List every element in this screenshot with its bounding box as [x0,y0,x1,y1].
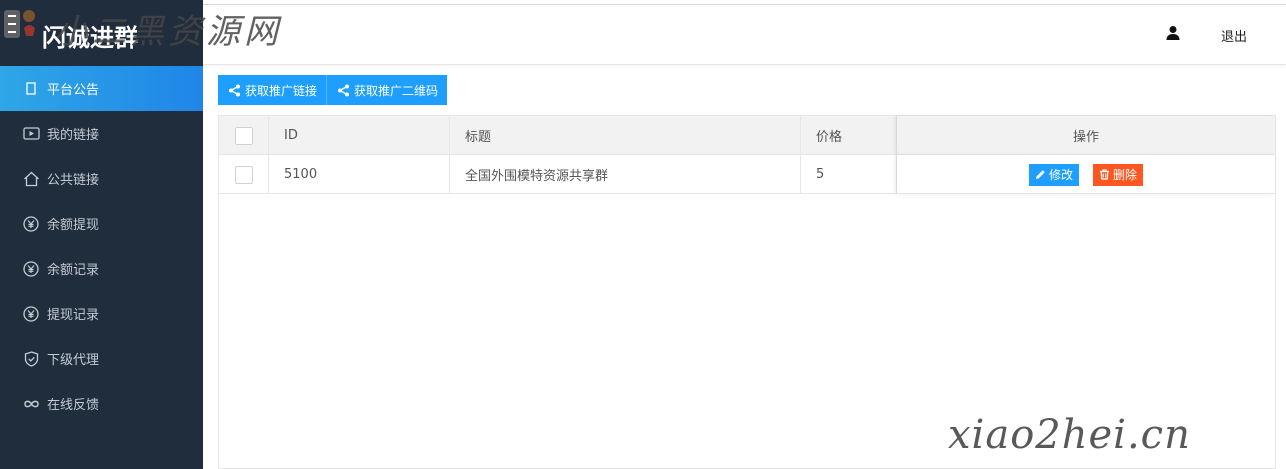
sidebar-menu: 平台公告 我的链接 公共链接 余额提现 余额记录 提现记录 下级代理 在线反馈 [0,66,203,426]
sidebar-item-balance-withdraw[interactable]: 余额提现 [0,201,203,246]
sidebar-item-label: 在线反馈 [47,398,100,413]
get-promo-qrcode-label: 获取推广二维码 [354,83,439,98]
infinity-icon [22,395,40,413]
sidebar-item-label: 下级代理 [47,353,100,368]
column-header-title[interactable]: 标题 [450,116,801,155]
shield-check-icon [22,350,40,368]
select-all-checkbox[interactable] [234,126,253,145]
get-promo-link-button[interactable]: 获取推广链接 [218,75,328,105]
sidebar-item-online-feedback[interactable]: 在线反馈 [0,381,203,426]
get-promo-link-label: 获取推广链接 [245,83,318,98]
delete-button[interactable]: 删除 [1093,163,1144,186]
yuan-icon [22,260,40,278]
share-icon [229,84,240,96]
notice-icon [22,80,40,98]
sidebar-item-label: 平台公告 [47,83,100,98]
column-header-id[interactable]: ID [269,116,450,155]
edit-label: 修改 [1048,168,1073,182]
sidebar-item-label: 公共链接 [47,173,100,188]
yuan-icon [22,215,40,233]
home-icon [22,170,40,188]
sidebar-item-public-links[interactable]: 公共链接 [0,156,203,201]
sidebar-item-label: 我的链接 [47,128,100,143]
watermark-bottom-text: xiao2hei.cn [948,412,1191,458]
yuan-icon [22,305,40,323]
cell-id: 5100 [269,155,450,194]
sidebar-item-label: 提现记录 [47,308,100,323]
delete-label: 删除 [1113,168,1138,182]
edit-button[interactable]: 修改 [1028,163,1079,186]
app-title: 闪诚进群 [42,24,138,52]
top-header: 退出 [203,4,1286,65]
header-checkbox-cell [219,116,269,155]
toolbar: 获取推广链接 获取推广二维码 [218,75,448,105]
column-header-price[interactable]: 价格 [801,116,897,155]
row-checkbox[interactable] [234,165,253,184]
share-icon [338,84,350,96]
sidebar-item-label: 余额提现 [47,218,100,233]
logout-link[interactable]: 退出 [1221,26,1247,45]
video-icon [22,125,40,143]
app-logo: 闪诚进群 [0,0,203,64]
pencil-icon [1035,170,1045,179]
user-icon[interactable] [1165,25,1181,41]
row-checkbox-cell [219,155,269,194]
table-row: 5100 全国外围模特资源共享群 5 修改 删除 [219,155,1275,194]
sidebar-item-platform-notice[interactable]: 平台公告 [0,66,203,111]
cell-actions: 修改 删除 [897,155,1275,194]
sidebar-item-withdraw-records[interactable]: 提现记录 [0,291,203,336]
cell-title: 全国外围模特资源共享群 [450,155,801,194]
sidebar-item-balance-records[interactable]: 余额记录 [0,246,203,291]
get-promo-qrcode-button[interactable]: 获取推广二维码 [327,75,448,105]
table-header: ID 标题 价格 操作 [219,116,1275,155]
sidebar-item-sub-agents[interactable]: 下级代理 [0,336,203,381]
trash-icon [1100,169,1109,180]
cell-price: 5 [801,155,897,194]
sidebar: 闪诚进群 平台公告 我的链接 公共链接 余额提现 余额记录 提现记录 下级代理 … [0,0,203,469]
sidebar-item-label: 余额记录 [47,263,100,278]
sidebar-item-my-links[interactable]: 我的链接 [0,111,203,156]
column-header-actions: 操作 [897,116,1275,155]
